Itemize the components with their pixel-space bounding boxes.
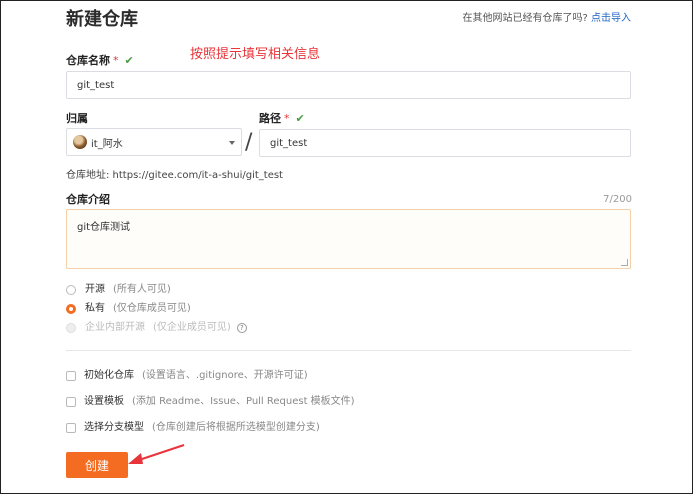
owner-select[interactable]: it_阿水	[66, 128, 242, 156]
path-value: git_test	[270, 137, 308, 149]
import-prompt: 在其他网站已经有仓库了吗? 点击导入	[463, 12, 632, 26]
create-button[interactable]: 创建	[66, 452, 128, 478]
checkbox-init-repo[interactable]	[66, 371, 76, 381]
option-label: 开源	[85, 284, 105, 295]
option-note: (设置语言、.gitignore、开源许可证)	[142, 370, 308, 381]
description-value: git仓库测试	[77, 222, 131, 233]
description-counter: 7/200	[603, 194, 632, 205]
repo-name-input[interactable]: git_test	[66, 71, 631, 99]
option-init-repo[interactable]: 初始化仓库 (设置语言、.gitignore、开源许可证)	[66, 369, 308, 383]
visibility-option-enterprise: 企业内部开源 (仅企业成员可见) ?	[66, 321, 247, 335]
option-note: (所有人可见)	[113, 284, 171, 295]
description-label: 仓库介绍	[66, 193, 110, 206]
repo-name-value: git_test	[77, 79, 115, 91]
option-note: (仓库创建后将根据所选模型创建分支)	[152, 422, 320, 433]
avatar	[73, 135, 87, 149]
description-textarea[interactable]: git仓库测试	[66, 209, 631, 269]
owner-label: 归属	[66, 112, 88, 125]
path-input[interactable]: git_test	[259, 129, 631, 157]
option-label: 初始化仓库	[84, 370, 134, 381]
path-label: 路径 * ✔	[259, 112, 305, 126]
repo-name-label: 仓库名称 * ✔	[66, 54, 134, 68]
repo-address: 仓库地址: https://gitee.com/it-a-shui/git_te…	[66, 170, 283, 181]
required-mark: *	[284, 112, 290, 125]
owner-value: it_阿水	[91, 138, 123, 150]
radio-enterprise	[66, 323, 76, 333]
visibility-option-private[interactable]: 私有 (仅仓库成员可见)	[66, 302, 191, 316]
option-label: 选择分支模型	[84, 422, 144, 433]
option-template[interactable]: 设置模板 (添加 Readme、Issue、Pull Request 模板文件)	[66, 395, 355, 409]
option-label: 设置模板	[84, 396, 124, 407]
visibility-option-public[interactable]: 开源 (所有人可见)	[66, 283, 171, 297]
help-icon[interactable]: ?	[236, 323, 247, 333]
required-mark: *	[113, 54, 119, 67]
option-note: (添加 Readme、Issue、Pull Request 模板文件)	[132, 396, 355, 407]
import-link[interactable]: 点击导入	[591, 13, 631, 24]
import-prompt-text: 在其他网站已经有仓库了吗?	[462, 13, 588, 24]
page-title: 新建仓库	[66, 9, 138, 30]
repo-name-label-text: 仓库名称	[66, 54, 110, 67]
option-note: (仅企业成员可见)	[153, 322, 231, 333]
annotation-text: 按照提示填写相关信息	[190, 47, 321, 62]
checkbox-branch-model[interactable]	[66, 423, 76, 433]
divider	[66, 350, 631, 351]
chevron-down-icon	[229, 141, 235, 145]
checkbox-template[interactable]	[66, 397, 76, 407]
option-branch-model[interactable]: 选择分支模型 (仓库创建后将根据所选模型创建分支)	[66, 421, 320, 435]
check-icon: ✔	[295, 112, 305, 125]
radio-private[interactable]	[66, 304, 76, 314]
path-label-text: 路径	[259, 112, 281, 125]
option-note: (仅仓库成员可见)	[113, 303, 191, 314]
resize-handle[interactable]	[621, 259, 628, 266]
check-icon: ✔	[124, 54, 134, 67]
radio-public[interactable]	[66, 285, 76, 295]
option-label: 企业内部开源	[85, 322, 145, 333]
option-label: 私有	[85, 303, 105, 314]
path-separator: /	[245, 130, 253, 155]
